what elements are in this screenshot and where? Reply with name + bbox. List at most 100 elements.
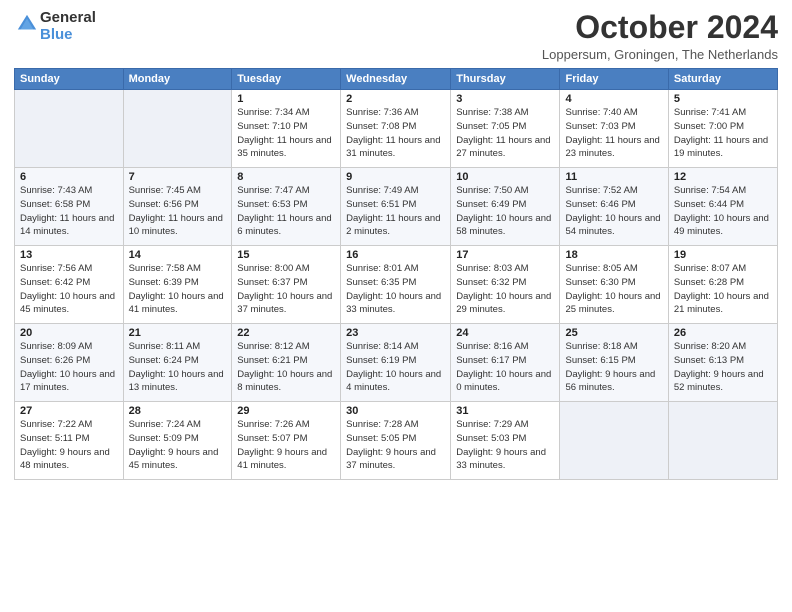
calendar-cell-2-6: 19 Sunrise: 8:07 AMSunset: 6:28 PMDaylig… (668, 246, 777, 324)
calendar-cell-3-4: 24 Sunrise: 8:16 AMSunset: 6:17 PMDaylig… (451, 324, 560, 402)
title-block: October 2024 Loppersum, Groningen, The N… (542, 10, 778, 62)
day-number: 12 (674, 171, 772, 183)
day-info: Sunrise: 7:49 AMSunset: 6:51 PMDaylight:… (346, 184, 445, 239)
day-info: Sunrise: 7:43 AMSunset: 6:58 PMDaylight:… (20, 184, 118, 239)
day-info: Sunrise: 7:52 AMSunset: 6:46 PMDaylight:… (565, 184, 662, 239)
day-info: Sunrise: 7:28 AMSunset: 5:05 PMDaylight:… (346, 418, 445, 473)
calendar-cell-3-3: 23 Sunrise: 8:14 AMSunset: 6:19 PMDaylig… (341, 324, 451, 402)
day-number: 28 (129, 405, 227, 417)
calendar-cell-3-5: 25 Sunrise: 8:18 AMSunset: 6:15 PMDaylig… (560, 324, 668, 402)
calendar-cell-1-3: 9 Sunrise: 7:49 AMSunset: 6:51 PMDayligh… (341, 168, 451, 246)
day-info: Sunrise: 7:34 AMSunset: 7:10 PMDaylight:… (237, 106, 335, 161)
day-number: 8 (237, 171, 335, 183)
day-info: Sunrise: 7:22 AMSunset: 5:11 PMDaylight:… (20, 418, 118, 473)
calendar-cell-2-1: 14 Sunrise: 7:58 AMSunset: 6:39 PMDaylig… (123, 246, 232, 324)
header-wednesday: Wednesday (341, 69, 451, 90)
day-info: Sunrise: 8:01 AMSunset: 6:35 PMDaylight:… (346, 262, 445, 317)
day-number: 9 (346, 171, 445, 183)
calendar-cell-4-2: 29 Sunrise: 7:26 AMSunset: 5:07 PMDaylig… (232, 402, 341, 480)
calendar-cell-1-5: 11 Sunrise: 7:52 AMSunset: 6:46 PMDaylig… (560, 168, 668, 246)
day-info: Sunrise: 7:54 AMSunset: 6:44 PMDaylight:… (674, 184, 772, 239)
day-info: Sunrise: 7:40 AMSunset: 7:03 PMDaylight:… (565, 106, 662, 161)
day-info: Sunrise: 7:38 AMSunset: 7:05 PMDaylight:… (456, 106, 554, 161)
calendar-cell-1-4: 10 Sunrise: 7:50 AMSunset: 6:49 PMDaylig… (451, 168, 560, 246)
day-number: 4 (565, 93, 662, 105)
day-info: Sunrise: 7:36 AMSunset: 7:08 PMDaylight:… (346, 106, 445, 161)
calendar-table: Sunday Monday Tuesday Wednesday Thursday… (14, 68, 778, 480)
day-info: Sunrise: 7:24 AMSunset: 5:09 PMDaylight:… (129, 418, 227, 473)
calendar-cell-3-2: 22 Sunrise: 8:12 AMSunset: 6:21 PMDaylig… (232, 324, 341, 402)
day-number: 25 (565, 327, 662, 339)
header-sunday: Sunday (15, 69, 124, 90)
calendar-cell-0-4: 3 Sunrise: 7:38 AMSunset: 7:05 PMDayligh… (451, 90, 560, 168)
calendar-cell-0-6: 5 Sunrise: 7:41 AMSunset: 7:00 PMDayligh… (668, 90, 777, 168)
day-info: Sunrise: 7:56 AMSunset: 6:42 PMDaylight:… (20, 262, 118, 317)
day-number: 11 (565, 171, 662, 183)
day-number: 20 (20, 327, 118, 339)
day-info: Sunrise: 7:29 AMSunset: 5:03 PMDaylight:… (456, 418, 554, 473)
logo-line2: Blue (40, 26, 73, 43)
day-info: Sunrise: 8:09 AMSunset: 6:26 PMDaylight:… (20, 340, 118, 395)
day-number: 27 (20, 405, 118, 417)
calendar-cell-2-4: 17 Sunrise: 8:03 AMSunset: 6:32 PMDaylig… (451, 246, 560, 324)
header-thursday: Thursday (451, 69, 560, 90)
day-number: 29 (237, 405, 335, 417)
day-info: Sunrise: 8:12 AMSunset: 6:21 PMDaylight:… (237, 340, 335, 395)
day-number: 6 (20, 171, 118, 183)
day-number: 14 (129, 249, 227, 261)
location: Loppersum, Groningen, The Netherlands (542, 47, 778, 62)
day-number: 18 (565, 249, 662, 261)
day-info: Sunrise: 8:14 AMSunset: 6:19 PMDaylight:… (346, 340, 445, 395)
day-number: 26 (674, 327, 772, 339)
week-row-4: 20 Sunrise: 8:09 AMSunset: 6:26 PMDaylig… (15, 324, 778, 402)
calendar-cell-4-1: 28 Sunrise: 7:24 AMSunset: 5:09 PMDaylig… (123, 402, 232, 480)
day-number: 13 (20, 249, 118, 261)
week-row-2: 6 Sunrise: 7:43 AMSunset: 6:58 PMDayligh… (15, 168, 778, 246)
logo-text: General Blue (40, 10, 96, 43)
day-number: 21 (129, 327, 227, 339)
calendar-cell-3-0: 20 Sunrise: 8:09 AMSunset: 6:26 PMDaylig… (15, 324, 124, 402)
calendar-cell-2-5: 18 Sunrise: 8:05 AMSunset: 6:30 PMDaylig… (560, 246, 668, 324)
calendar-cell-2-2: 15 Sunrise: 8:00 AMSunset: 6:37 PMDaylig… (232, 246, 341, 324)
calendar-cell-4-6 (668, 402, 777, 480)
day-number: 3 (456, 93, 554, 105)
calendar-cell-1-0: 6 Sunrise: 7:43 AMSunset: 6:58 PMDayligh… (15, 168, 124, 246)
calendar-cell-2-3: 16 Sunrise: 8:01 AMSunset: 6:35 PMDaylig… (341, 246, 451, 324)
calendar-cell-0-1 (123, 90, 232, 168)
page: General Blue October 2024 Loppersum, Gro… (0, 0, 792, 612)
day-number: 23 (346, 327, 445, 339)
day-info: Sunrise: 7:26 AMSunset: 5:07 PMDaylight:… (237, 418, 335, 473)
header-friday: Friday (560, 69, 668, 90)
calendar-cell-0-0 (15, 90, 124, 168)
day-info: Sunrise: 7:50 AMSunset: 6:49 PMDaylight:… (456, 184, 554, 239)
month-title: October 2024 (542, 10, 778, 45)
calendar-cell-0-3: 2 Sunrise: 7:36 AMSunset: 7:08 PMDayligh… (341, 90, 451, 168)
calendar-cell-0-2: 1 Sunrise: 7:34 AMSunset: 7:10 PMDayligh… (232, 90, 341, 168)
day-info: Sunrise: 7:58 AMSunset: 6:39 PMDaylight:… (129, 262, 227, 317)
day-number: 7 (129, 171, 227, 183)
calendar-header: Sunday Monday Tuesday Wednesday Thursday… (15, 69, 778, 90)
calendar-cell-2-0: 13 Sunrise: 7:56 AMSunset: 6:42 PMDaylig… (15, 246, 124, 324)
calendar-cell-4-3: 30 Sunrise: 7:28 AMSunset: 5:05 PMDaylig… (341, 402, 451, 480)
calendar-cell-0-5: 4 Sunrise: 7:40 AMSunset: 7:03 PMDayligh… (560, 90, 668, 168)
day-info: Sunrise: 8:05 AMSunset: 6:30 PMDaylight:… (565, 262, 662, 317)
calendar-cell-4-5 (560, 402, 668, 480)
day-info: Sunrise: 7:41 AMSunset: 7:00 PMDaylight:… (674, 106, 772, 161)
day-info: Sunrise: 8:20 AMSunset: 6:13 PMDaylight:… (674, 340, 772, 395)
day-number: 5 (674, 93, 772, 105)
day-number: 30 (346, 405, 445, 417)
calendar-cell-4-4: 31 Sunrise: 7:29 AMSunset: 5:03 PMDaylig… (451, 402, 560, 480)
day-number: 19 (674, 249, 772, 261)
calendar-cell-3-1: 21 Sunrise: 8:11 AMSunset: 6:24 PMDaylig… (123, 324, 232, 402)
day-number: 2 (346, 93, 445, 105)
day-info: Sunrise: 7:47 AMSunset: 6:53 PMDaylight:… (237, 184, 335, 239)
day-number: 1 (237, 93, 335, 105)
logo-line1: General (40, 10, 96, 27)
header-tuesday: Tuesday (232, 69, 341, 90)
header-saturday: Saturday (668, 69, 777, 90)
weekday-header-row: Sunday Monday Tuesday Wednesday Thursday… (15, 69, 778, 90)
day-number: 31 (456, 405, 554, 417)
day-info: Sunrise: 8:07 AMSunset: 6:28 PMDaylight:… (674, 262, 772, 317)
day-info: Sunrise: 7:45 AMSunset: 6:56 PMDaylight:… (129, 184, 227, 239)
day-number: 22 (237, 327, 335, 339)
